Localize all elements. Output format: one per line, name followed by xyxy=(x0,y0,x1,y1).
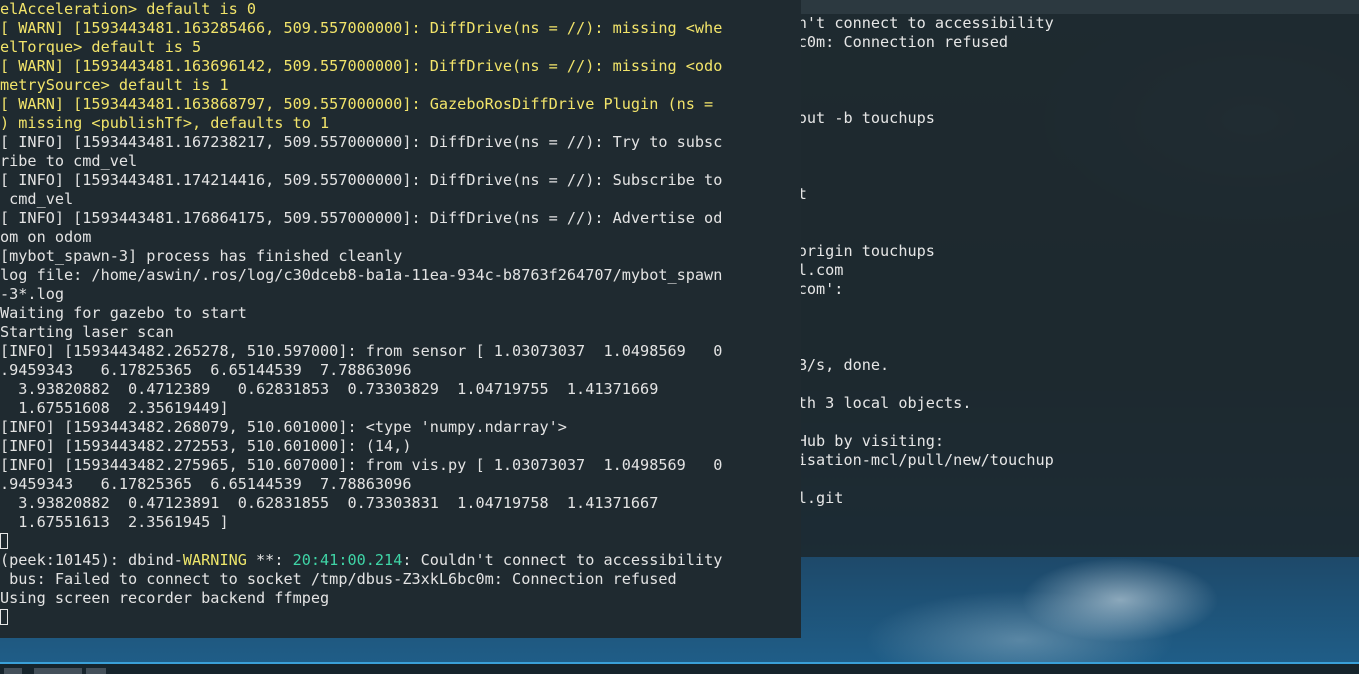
terminal-text: **: xyxy=(246,551,293,569)
terminal-line: ) missing <publishTf>, defaults to 1 xyxy=(0,114,801,133)
terminal-text: 20:41:00.214 xyxy=(292,551,403,569)
terminal-line: [ INFO] [1593443481.167238217, 509.55700… xyxy=(0,133,801,152)
terminal-window-ros[interactable]: elAcceleration> default is 0[ WARN] [159… xyxy=(0,0,801,638)
terminal-text: 1.67551608 2.35619449] xyxy=(0,399,229,417)
terminal-line: om on odom xyxy=(0,228,801,247)
terminal-line: 3.93820882 0.4712389 0.62831853 0.733038… xyxy=(0,380,801,399)
terminal-text: ribe to cmd_vel xyxy=(0,152,138,170)
terminal-line: [INFO] [1593443482.268079, 510.601000]: … xyxy=(0,418,801,437)
taskbar-item[interactable] xyxy=(86,668,106,674)
terminal-text: [ WARN] [1593443481.163868797, 509.55700… xyxy=(0,95,723,113)
terminal-line: [INFO] [1593443482.265278, 510.597000]: … xyxy=(0,342,801,361)
taskbar xyxy=(0,662,1359,674)
terminal-line: [ WARN] [1593443481.163285466, 509.55700… xyxy=(0,19,801,38)
terminal-text: 3.93820882 0.4712389 0.62831853 0.733038… xyxy=(0,380,659,398)
terminal-line: ribe to cmd_vel xyxy=(0,152,801,171)
terminal-cursor xyxy=(0,533,8,549)
terminal-line: [ WARN] [1593443481.163696142, 509.55700… xyxy=(0,57,801,76)
terminal-text: [ WARN] [1593443481.163285466, 509.55700… xyxy=(0,19,723,37)
terminal-line: Using screen recorder backend ffmpeg xyxy=(0,589,801,608)
terminal-text: : Couldn't connect to accessibility xyxy=(402,551,723,569)
terminal-text: [ WARN] [1593443481.163696142, 509.55700… xyxy=(0,57,723,75)
terminal-text: [ INFO] [1593443481.174214416, 509.55700… xyxy=(0,171,723,189)
terminal-line: Starting laser scan xyxy=(0,323,801,342)
terminal-line: 1.67551608 2.35619449] xyxy=(0,399,801,418)
terminal-text: elAcceleration> default is 0 xyxy=(0,0,257,18)
terminal-text: [ INFO] [1593443481.167238217, 509.55700… xyxy=(0,133,723,151)
terminal-cursor xyxy=(0,609,8,625)
terminal-text: bus: Failed to connect to socket /tmp/db… xyxy=(0,570,677,588)
terminal-text: [ INFO] [1593443481.176864175, 509.55700… xyxy=(0,209,723,227)
terminal-line xyxy=(0,608,801,627)
taskbar-item[interactable] xyxy=(34,668,82,674)
terminal-text: -3*.log xyxy=(0,285,65,303)
taskbar-item[interactable] xyxy=(4,668,22,674)
terminal-text: metrySource> default is 1 xyxy=(0,76,229,94)
terminal-line: -3*.log xyxy=(0,285,801,304)
terminal-text: Using screen recorder backend ffmpeg xyxy=(0,589,330,607)
terminal-text: [INFO] [1593443482.272553, 510.601000]: … xyxy=(0,437,412,455)
terminal-line: cmd_vel xyxy=(0,190,801,209)
terminal-line: log file: /home/aswin/.ros/log/c30dceb8-… xyxy=(0,266,801,285)
terminal-text: 1.67551613 2.3561945 ] xyxy=(0,513,229,531)
terminal-text: elTorque> default is 5 xyxy=(0,38,202,56)
terminal-line: .9459343 6.17825365 6.65144539 7.7886309… xyxy=(0,475,801,494)
terminal-line: [INFO] [1593443482.272553, 510.601000]: … xyxy=(0,437,801,456)
terminal-text: om on odom xyxy=(0,228,92,246)
terminal-line: .9459343 6.17825365 6.65144539 7.7886309… xyxy=(0,361,801,380)
terminal-text: (peek:10145): dbind- xyxy=(0,551,183,569)
terminal-text: [INFO] [1593443482.265278, 510.597000]: … xyxy=(0,342,723,360)
terminal-line: 1.67551613 2.3561945 ] xyxy=(0,513,801,532)
terminal-line: [ INFO] [1593443481.176864175, 509.55700… xyxy=(0,209,801,228)
terminal-text: ) missing <publishTf>, defaults to 1 xyxy=(0,114,330,132)
terminal-text: Waiting for gazebo to start xyxy=(0,304,247,322)
terminal-line: [ INFO] [1593443481.174214416, 509.55700… xyxy=(0,171,801,190)
terminal-text: [mybot_spawn-3] process has finished cle… xyxy=(0,247,403,265)
terminal-text: .9459343 6.17825365 6.65144539 7.7886309… xyxy=(0,475,412,493)
terminal-text: Starting laser scan xyxy=(0,323,174,341)
terminal-text: log file: /home/aswin/.ros/log/c30dceb8-… xyxy=(0,266,723,284)
terminal-text: WARNING xyxy=(182,551,247,569)
terminal-line: [INFO] [1593443482.275965, 510.607000]: … xyxy=(0,456,801,475)
terminal-line: elAcceleration> default is 0 xyxy=(0,0,801,19)
terminal-line xyxy=(0,532,801,551)
terminal-text: 3.93820882 0.47123891 0.62831855 0.73303… xyxy=(0,494,659,512)
terminal-line: (peek:10145): dbind-WARNING **: 20:41:00… xyxy=(0,551,801,570)
terminal-line: [ WARN] [1593443481.163868797, 509.55700… xyxy=(0,95,801,114)
terminal-line: [mybot_spawn-3] process has finished cle… xyxy=(0,247,801,266)
terminal-line: metrySource> default is 1 xyxy=(0,76,801,95)
terminal-text: .9459343 6.17825365 6.65144539 7.7886309… xyxy=(0,361,412,379)
terminal-line: 3.93820882 0.47123891 0.62831855 0.73303… xyxy=(0,494,801,513)
terminal-text: cmd_vel xyxy=(0,190,74,208)
terminal-text: [INFO] [1593443482.275965, 510.607000]: … xyxy=(0,456,723,474)
terminal-text: [INFO] [1593443482.268079, 510.601000]: … xyxy=(0,418,567,436)
terminal-line: elTorque> default is 5 xyxy=(0,38,801,57)
terminal-line: bus: Failed to connect to socket /tmp/db… xyxy=(0,570,801,589)
terminal-line: Waiting for gazebo to start xyxy=(0,304,801,323)
